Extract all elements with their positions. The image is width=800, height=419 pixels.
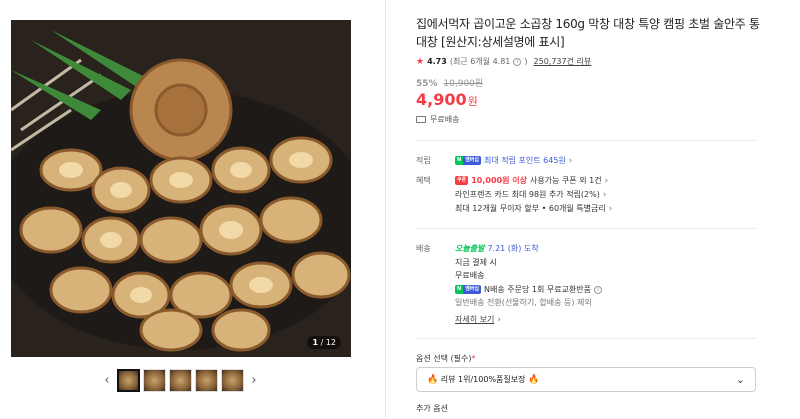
info-icon[interactable]: i xyxy=(513,57,522,66)
installment-row[interactable]: 최대 12개월 무이자 할부 • 60개월 특별금리 › xyxy=(455,203,612,214)
review-count-link[interactable]: 250,737건 리뷰 xyxy=(534,56,592,67)
product-title: 집에서먹자 곱이고운 소곱창 160g 막창 대창 특양 캠핑 초벌 술안주 통… xyxy=(416,17,760,49)
original-price-row: 55% 10,900원 xyxy=(416,76,483,89)
delivery-line-2: 무료배송 xyxy=(455,270,484,281)
delivery-label: 배송 xyxy=(416,244,431,253)
coupon-badge: 쿠폰 xyxy=(455,176,469,185)
image-counter-total: / 12 xyxy=(320,338,336,347)
delivery-exclusion: 일반배송 전환(선물하기, 합배송 등) 제외 xyxy=(455,298,592,307)
discount-rate: 55% xyxy=(416,79,438,89)
option-select-label: 옵션 선택 (필수)* xyxy=(416,353,476,364)
thumbnail-4[interactable] xyxy=(195,368,218,392)
thumbnail-2[interactable] xyxy=(143,368,166,392)
thumbnail-prev-icon[interactable]: ‹ xyxy=(100,370,114,390)
option-label-text: 옵션 선택 xyxy=(416,354,448,363)
required-mark: * xyxy=(471,354,476,363)
coupon-min-amount: 10,000원 이상 xyxy=(471,176,527,185)
chevron-down-icon: ⌄ xyxy=(735,373,745,386)
section-divider xyxy=(416,140,756,141)
fire-icon: 🔥 xyxy=(427,375,439,385)
vertical-divider xyxy=(385,0,386,419)
free-return-text: N배송 주문당 1회 무료교환반품 xyxy=(484,285,592,294)
shipping-text: 무료배송 xyxy=(430,115,460,124)
chevron-right-icon: › xyxy=(602,189,607,200)
today-dispatch-badge: 오늘출발 xyxy=(455,244,485,253)
chevron-right-icon: › xyxy=(568,155,573,166)
info-icon[interactable]: i xyxy=(594,285,603,294)
option-required-text: (필수) xyxy=(450,354,472,363)
delivery-line-1: 지금 결제 시 xyxy=(455,257,497,268)
product-main-image[interactable]: 1 / 12 xyxy=(11,20,351,357)
thumbnail-3[interactable] xyxy=(169,368,192,392)
card-benefit-row[interactable]: 라인프렌즈 카드 최대 98원 추가 적립(2%) › xyxy=(455,189,606,200)
star-icon: ★ xyxy=(416,56,425,67)
coupon-text: 사용가능 쿠폰 외 1건 xyxy=(529,176,602,185)
additional-option-label: 추가 옵션 xyxy=(416,404,448,413)
thumbnail-next-icon[interactable]: › xyxy=(247,370,261,390)
thumbnail-strip: ‹ › xyxy=(100,368,261,392)
option-select-dropdown[interactable]: 🔥 리뷰 1위/100%품질보장 🔥 ⌄ xyxy=(416,367,756,392)
thumbnail-1[interactable] xyxy=(117,368,140,392)
points-row[interactable]: N 멤버십 최대 적립 포인트 645원 › xyxy=(455,155,572,166)
sale-price: 4,900 xyxy=(416,90,467,109)
option-selected-text: 리뷰 1위/100%품질보장 xyxy=(440,375,526,384)
rating-row: ★ 4.73 (최근 6개월 4.81 i ) 250,737건 리뷰 xyxy=(416,56,591,67)
shipping-row: 무료배송 xyxy=(416,114,459,125)
benefits-label: 혜택 xyxy=(416,176,431,185)
recent-rating-close: ) xyxy=(524,57,528,66)
fire-icon: 🔥 xyxy=(528,375,540,385)
thumbnail-5[interactable] xyxy=(221,368,244,392)
image-counter: 1 / 12 xyxy=(307,336,341,349)
coupon-row[interactable]: 쿠폰 10,000원 이상 사용가능 쿠폰 외 1건 › xyxy=(455,175,608,186)
chevron-right-icon: › xyxy=(608,203,613,214)
recent-rating: (최근 6개월 4.81 xyxy=(449,57,511,66)
delivery-detail-row[interactable]: 자세히 보기 › xyxy=(455,314,501,325)
truck-icon xyxy=(416,116,426,123)
delivery-eta-row: 오늘출발 7.21 (화) 도착 xyxy=(455,243,539,254)
installment-text: 최대 12개월 무이자 할부 • 60개월 특별금리 xyxy=(455,204,606,213)
naver-membership-badge: N 멤버십 xyxy=(455,156,481,165)
rating-value: 4.73 xyxy=(427,57,447,66)
chevron-right-icon: › xyxy=(497,314,501,325)
points-label: 적립 xyxy=(416,156,431,165)
delivery-eta: 7.21 (화) 도착 xyxy=(487,244,539,253)
section-divider xyxy=(416,338,756,339)
image-counter-current: 1 xyxy=(312,338,319,347)
section-divider xyxy=(416,228,756,229)
option-selected-value: 🔥 리뷰 1위/100%품질보장 🔥 xyxy=(427,374,539,385)
sale-price-row: 4,900 원 xyxy=(416,90,478,109)
delivery-fee: 무료배송 xyxy=(455,271,485,280)
grilled-tripe-illustration xyxy=(11,20,351,357)
card-benefit-text: 라인프렌즈 카드 최대 98원 추가 적립(2%) xyxy=(455,190,600,199)
delivery-line-4: 일반배송 전환(선물하기, 합배송 등) 제외 xyxy=(455,297,592,308)
delivery-detail-link[interactable]: 자세히 보기 xyxy=(455,314,494,325)
points-text: 최대 적립 포인트 645원 xyxy=(484,156,566,165)
original-price: 10,900원 xyxy=(443,79,484,89)
price-unit: 원 xyxy=(467,95,478,108)
delivery-line-3: N 멤버십 N배송 주문당 1회 무료교환반품 i xyxy=(455,284,603,295)
naver-membership-badge: N 멤버십 xyxy=(455,285,481,294)
delivery-condition: 지금 결제 시 xyxy=(455,258,497,267)
chevron-right-icon: › xyxy=(604,175,609,186)
